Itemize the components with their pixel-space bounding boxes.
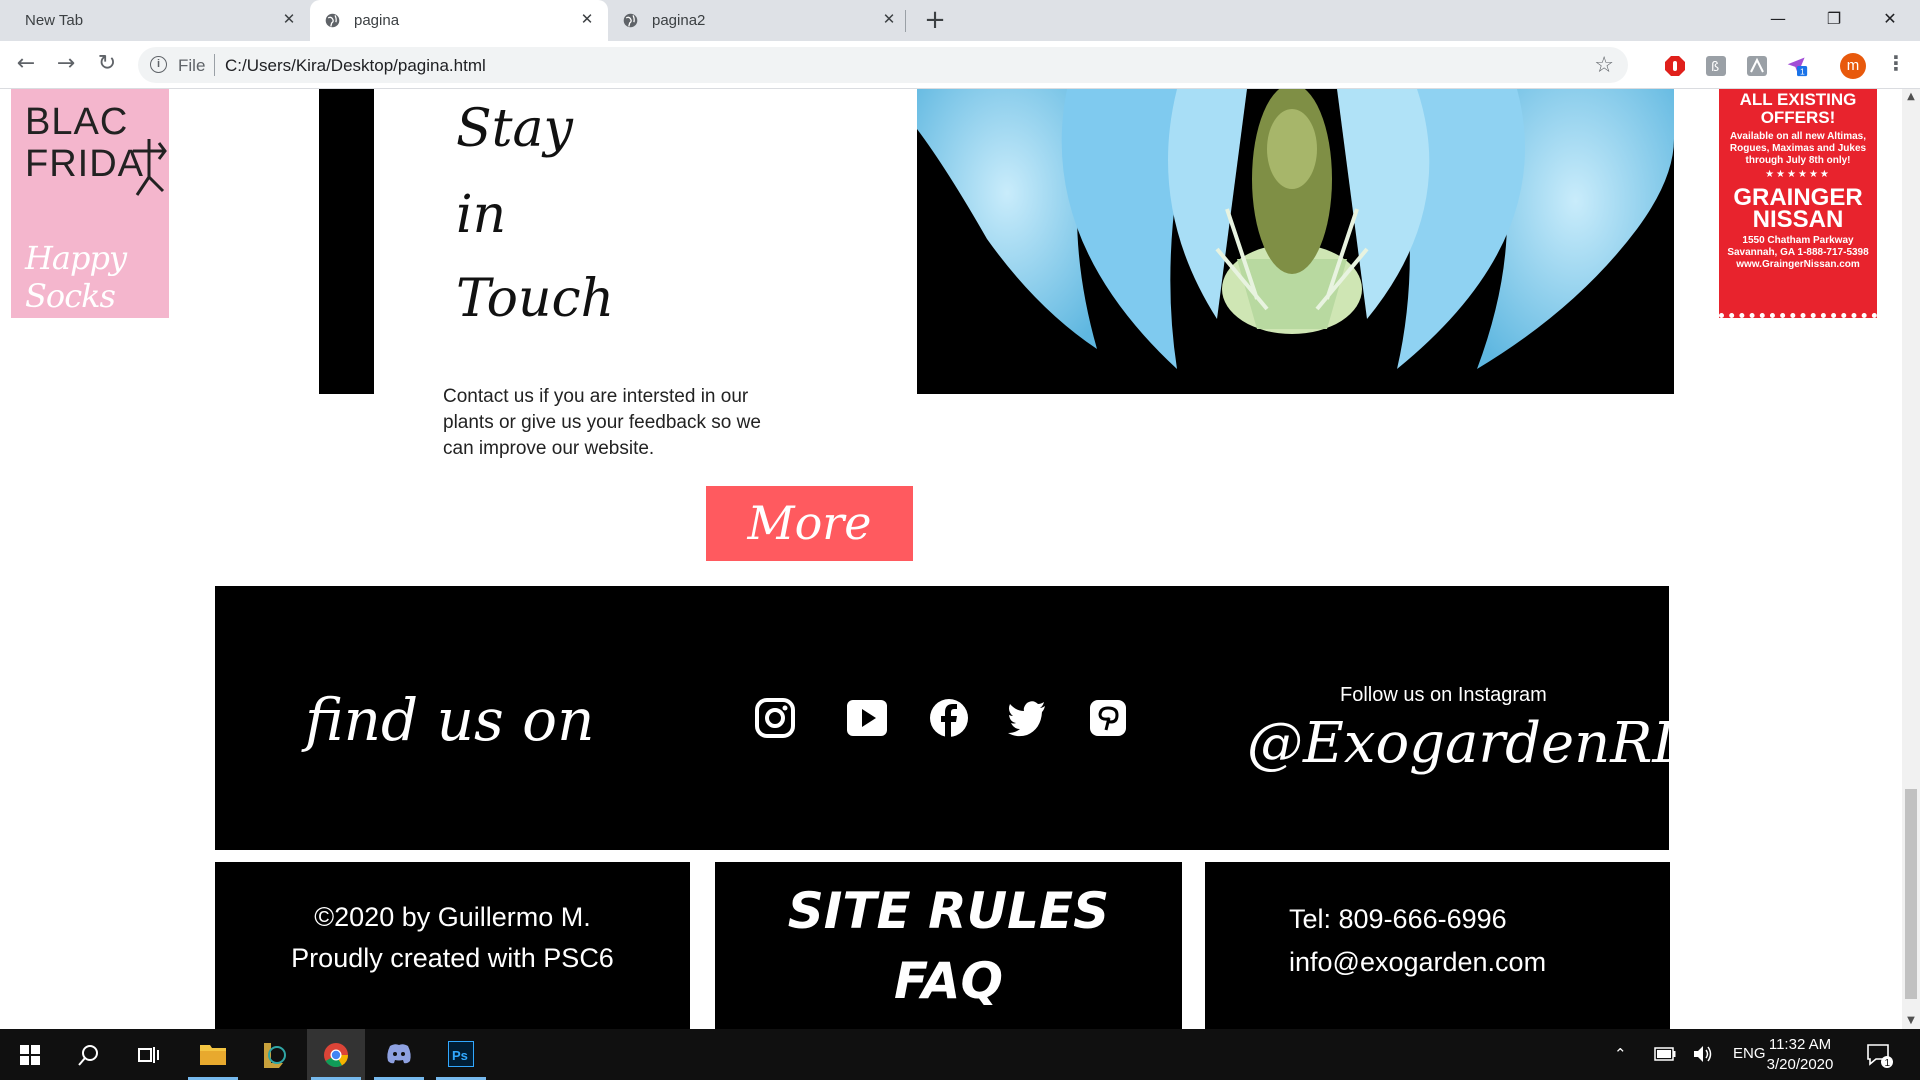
stay-heading-line: Stay	[456, 99, 573, 159]
page-scrollbar[interactable]: ▲ ▼	[1902, 89, 1920, 1029]
pdf-icon[interactable]	[1746, 55, 1768, 77]
youtube-icon[interactable]	[845, 696, 889, 740]
profile-avatar[interactable]: m	[1840, 53, 1866, 79]
facebook-icon[interactable]	[927, 696, 971, 740]
windows-taskbar: Ps ⌃ ENG 11:32 AM 3/20/2020 1	[0, 1029, 1920, 1080]
pinterest-icon[interactable]	[1086, 696, 1130, 740]
instagram-handle[interactable]: @ExogardenRD	[1247, 711, 1697, 776]
instagram-icon[interactable]	[753, 696, 797, 740]
tab-pagina2[interactable]: pagina2 ✕	[608, 0, 904, 41]
globe-icon	[623, 13, 638, 28]
stay-heading-line: in	[456, 185, 507, 245]
clock[interactable]: 11:32 AM 3/20/2020	[1760, 1035, 1840, 1075]
ad-address: 1550 Chatham Parkway Savannah, GA 1-888-…	[1727, 235, 1869, 270]
find-us-heading: find us on	[305, 686, 595, 754]
task-view-icon[interactable]	[120, 1029, 178, 1080]
footer-social-section: find us on Follow us on Instagram @Exoga…	[215, 586, 1697, 850]
notification-count: 1	[1885, 1058, 1891, 1069]
tab-close-icon[interactable]: ✕	[878, 9, 900, 31]
stick-figure-icon	[133, 139, 167, 196]
url-scheme: File	[178, 56, 206, 75]
tab-new-tab[interactable]: New Tab ✕	[0, 0, 310, 41]
file-explorer-icon[interactable]	[184, 1029, 242, 1080]
created-with-line: Proudly created with PSC6	[291, 943, 614, 973]
tab-pagina[interactable]: pagina ✕	[310, 0, 608, 41]
battery-icon[interactable]	[1654, 1047, 1676, 1061]
tab-title: pagina	[354, 12, 400, 29]
clock-time: 11:32 AM	[1768, 1036, 1832, 1053]
tab-close-icon[interactable]: ✕	[278, 9, 300, 31]
forward-arrow-icon[interactable]: →	[52, 51, 80, 79]
close-window-button[interactable]: ✕	[1862, 0, 1918, 41]
scroll-up-icon[interactable]: ▲	[1902, 89, 1920, 105]
restore-button[interactable]: ❐	[1806, 0, 1862, 41]
ad-stars: ★★★★★★	[1765, 169, 1831, 180]
extension-badge: 1	[1800, 66, 1805, 76]
url-text[interactable]: C:/Users/Kira/Desktop/pagina.html	[225, 56, 486, 76]
contact-paragraph: Contact us if you are intersted in our p…	[443, 386, 761, 459]
faq-link[interactable]: FAQ	[715, 952, 1182, 1010]
tab-title: pagina2	[652, 12, 706, 29]
scrollbar-thumb[interactable]	[1905, 789, 1917, 999]
copyright-box: ©2020 by Guillermo M. Proudly created wi…	[215, 862, 690, 1029]
email-address[interactable]: info@exogarden.com	[1289, 947, 1546, 978]
flower-image	[917, 89, 1674, 394]
phone-number: Tel: 809-666-6996	[1289, 904, 1507, 934]
translate-icon[interactable]: ß	[1705, 55, 1727, 77]
adblock-icon[interactable]	[1664, 55, 1686, 77]
chrome-menu-icon[interactable]: ⋮	[1886, 51, 1906, 75]
ad-dealer: GRAINGER NISSAN	[1733, 184, 1863, 233]
page-viewport: BLAC FRIDA Happy Socks ALL EXISTING OFFER…	[0, 89, 1902, 1029]
tab-divider	[905, 10, 906, 32]
discord-icon[interactable]	[370, 1029, 428, 1080]
ad-black-friday-text: BLAC FRIDA	[25, 101, 144, 185]
notification-center-icon[interactable]: 1	[1866, 1043, 1894, 1069]
tab-strip: New Tab ✕ pagina ✕ pagina2 ✕ + — ❐ ✕	[0, 0, 1920, 41]
clock-date: 3/20/2020	[1766, 1056, 1834, 1073]
globe-icon	[325, 13, 340, 28]
minimize-button[interactable]: —	[1750, 0, 1806, 41]
scroll-down-icon[interactable]: ▼	[1902, 1013, 1920, 1029]
ad-grainger-nissan[interactable]: ALL EXISTING OFFERS! Available on all ne…	[1719, 89, 1877, 318]
more-button[interactable]: More	[706, 486, 913, 561]
browser-toolbar: ← → ↻ i File C:/Users/Kira/Desktop/pagin…	[0, 41, 1920, 89]
reload-icon[interactable]: ↻	[93, 51, 121, 79]
search-icon[interactable]	[60, 1029, 118, 1080]
league-icon[interactable]	[245, 1029, 303, 1080]
ad-brand-text: Happy Socks	[25, 239, 127, 315]
back-arrow-icon[interactable]: ←	[12, 51, 40, 79]
ad-headline: ALL EXISTING OFFERS!	[1739, 90, 1857, 127]
decorative-black-bar	[319, 89, 374, 394]
contact-info-box: Tel: 809-666-6996 info@exogarden.com	[1205, 862, 1670, 1029]
ad-fine-print: Available on all new Altimas, Rogues, Ma…	[1729, 131, 1867, 166]
copyright-line: ©2020 by Guillermo M.	[314, 902, 591, 932]
stay-heading-line: Touch	[456, 269, 615, 329]
twitter-icon[interactable]	[1005, 696, 1049, 740]
new-tab-button[interactable]: +	[922, 7, 948, 34]
info-icon[interactable]: i	[150, 56, 167, 73]
tab-close-icon[interactable]: ✕	[576, 9, 598, 31]
bookmark-star-icon[interactable]: ☆	[1594, 53, 1614, 78]
site-rules-link[interactable]: SITE RULES	[715, 882, 1182, 940]
start-icon[interactable]	[0, 1029, 58, 1080]
address-bar[interactable]: i File C:/Users/Kira/Desktop/pagina.html…	[138, 47, 1628, 83]
tab-title: New Tab	[25, 12, 84, 29]
svg-text:Ps: Ps	[452, 1048, 468, 1063]
volume-icon[interactable]	[1692, 1044, 1714, 1064]
show-hidden-icons-icon[interactable]: ⌃	[1614, 1045, 1627, 1063]
svg-text:ß: ß	[1711, 60, 1719, 75]
url-divider	[214, 54, 215, 76]
site-links-box: SITE RULES FAQ	[715, 862, 1182, 1029]
follow-instagram-label: Follow us on Instagram	[1340, 684, 1547, 706]
photoshop-icon[interactable]: Ps	[432, 1029, 490, 1080]
send-icon[interactable]: 1	[1786, 55, 1808, 77]
ad-happy-socks[interactable]: BLAC FRIDA Happy Socks	[11, 89, 169, 318]
chrome-icon[interactable]	[307, 1029, 365, 1080]
